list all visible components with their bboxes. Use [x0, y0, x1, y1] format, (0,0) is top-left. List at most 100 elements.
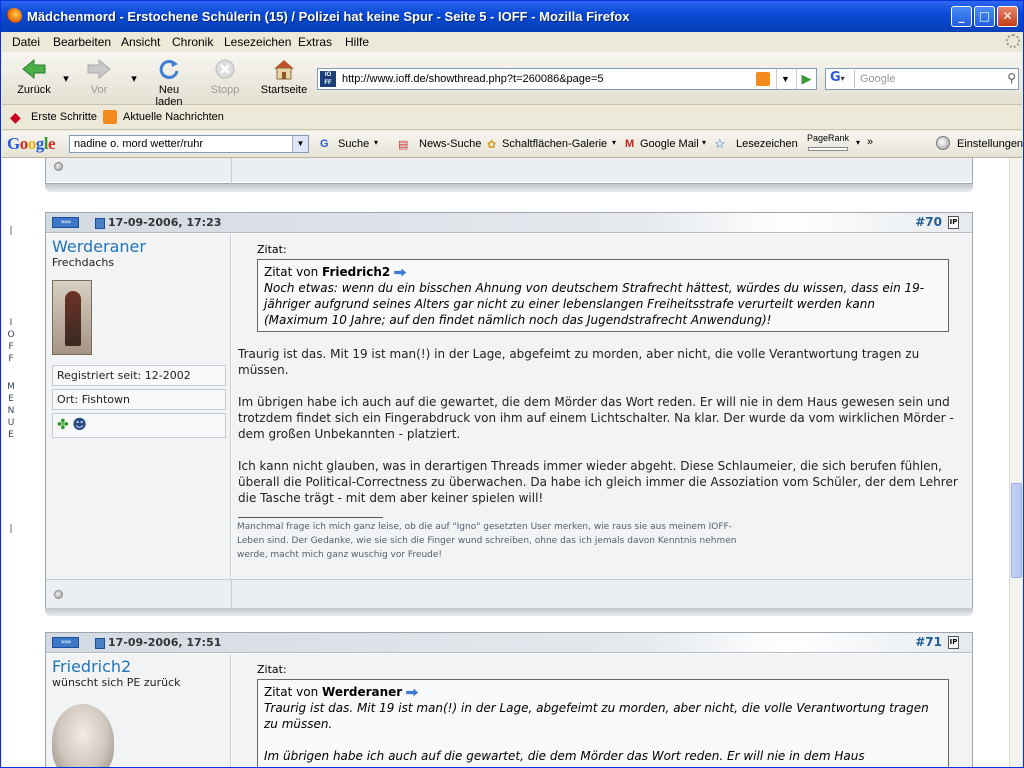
quote-text: Im übrigen habe ich auch auf die gewarte… [264, 749, 865, 763]
google-query-input[interactable]: nadine o. mord wetter/ruhr ▼ [69, 135, 309, 153]
quote-text: Traurig ist das. Mit 19 ist man(!) in de… [264, 701, 929, 731]
username-link[interactable]: Werderaner [52, 237, 146, 256]
toolbar-einstellungen[interactable]: Einstellungen [957, 138, 1023, 150]
toolbar-google-mail[interactable]: Google Mail [640, 138, 699, 150]
side-letter: N [7, 406, 15, 416]
galerie-dropdown[interactable]: ▾ [612, 138, 616, 147]
user-signature: Manchmal frage ich mich ganz leise, ob d… [237, 522, 737, 560]
home-icon [274, 60, 294, 80]
user-info-panel: Friedrich2 wünscht sich PE zurück [46, 654, 231, 767]
username-link[interactable]: Friedrich2 [52, 657, 131, 676]
menu-bearbeiten[interactable]: Bearbeiten [53, 35, 111, 49]
quote-text: Noch etwas: wenn du ein bisschen Ahnung … [264, 281, 925, 327]
forward-label: Vor [90, 84, 108, 96]
toolbar-pagerank[interactable]: PageRank [807, 133, 849, 143]
quote-box: Zitat von Friedrich2 Noch etwas: wenn du… [257, 259, 949, 332]
side-letter: F [8, 342, 14, 352]
rss-feed-icon[interactable] [756, 72, 770, 86]
quote-label: Zitat: [257, 663, 287, 676]
back-button[interactable]: Zurück [14, 58, 54, 96]
toolbar-news-suche[interactable]: News-Suche [419, 138, 481, 150]
post-date: 17-09-2006, 17:23 [108, 216, 222, 229]
forward-button[interactable]: Vor [84, 58, 114, 96]
bookmark-erste-schritte[interactable]: Erste Schritte [31, 111, 97, 123]
ip-icon[interactable]: IP [948, 216, 959, 229]
menu-extras[interactable]: Extras [298, 35, 332, 49]
post-body: Zitat: Zitat von Friedrich2 Noch etwas: … [232, 234, 972, 579]
post-70: »»» 17-09-2006, 17:23 #70 IP Werderaner … [45, 212, 973, 610]
menu-lesezeichen[interactable]: Lesezeichen [224, 35, 291, 49]
maximize-button[interactable]: □ [974, 6, 995, 27]
side-letter: U [7, 418, 15, 428]
view-post-arrow-icon[interactable] [394, 268, 407, 277]
toolbar-lesezeichen[interactable]: Lesezeichen [736, 138, 798, 150]
pagerank-dropdown[interactable]: ▾ [856, 138, 860, 147]
toolbar-overflow-chevron[interactable]: » [867, 136, 873, 148]
quote-from: Zitat von [264, 265, 319, 279]
forward-dropdown[interactable]: ▾ [129, 72, 139, 85]
back-label: Zurück [17, 84, 51, 96]
post-number-link[interactable]: #70 [915, 215, 942, 229]
reload-button[interactable]: Neu laden [144, 58, 194, 108]
news-icon: ▤ [398, 139, 409, 151]
side-letter: M [7, 382, 15, 392]
menu-bar: Datei Bearbeiten Ansicht Chronik Lesezei… [2, 32, 1022, 52]
avatar [52, 280, 92, 355]
search-engine-icon[interactable]: G▾ [827, 70, 855, 88]
post-header: »»» 17-09-2006, 17:51 #71 IP [46, 633, 972, 653]
google-query-text: nadine o. mord wetter/ruhr [74, 138, 204, 150]
post-paragraph: Ich kann nicht glauben, was in derartige… [238, 459, 958, 505]
post-link-icon[interactable]: »»» [52, 637, 79, 648]
settings-icon [936, 136, 950, 150]
google-search-icon: G [320, 138, 329, 150]
side-menu-strip[interactable]: | I O F F M E N U E | [2, 158, 18, 767]
home-button[interactable]: Startseite [258, 58, 310, 96]
menu-ansicht[interactable]: Ansicht [121, 35, 160, 49]
close-button[interactable]: ✕ [997, 6, 1018, 27]
buttons-gallery-icon: ✿ [487, 139, 497, 151]
footer-divider [231, 580, 232, 610]
scrollbar-thumb[interactable] [1011, 483, 1022, 578]
vertical-scrollbar[interactable] [1009, 158, 1022, 767]
offline-status-icon [54, 590, 63, 599]
home-label: Startseite [260, 84, 308, 96]
search-magnifier-icon[interactable]: ⚲ [1007, 71, 1016, 85]
side-letter: E [8, 394, 14, 404]
google-logo[interactable]: Google [7, 134, 56, 154]
back-dropdown[interactable]: ▾ [61, 72, 71, 85]
menu-chronik[interactable]: Chronik [172, 35, 213, 49]
user-info-panel: Werderaner Frechdachs Registriert seit: … [46, 234, 231, 579]
query-dropdown[interactable]: ▼ [292, 136, 308, 152]
post-paragraph: Traurig ist das. Mit 19 ist man(!) in de… [238, 347, 920, 377]
user-figure-icon: ☻ [72, 417, 87, 433]
go-button[interactable]: ▶ [796, 69, 816, 89]
mail-dropdown[interactable]: ▾ [702, 138, 706, 147]
toolbar-suche[interactable]: Suche [338, 138, 369, 150]
stop-button[interactable]: Stopp [207, 58, 243, 96]
stop-icon [215, 59, 235, 79]
signature-divider [238, 517, 383, 518]
quote-author: Werderaner [322, 685, 403, 699]
minimize-button[interactable]: _ [951, 6, 972, 27]
post-date: 17-09-2006, 17:51 [108, 636, 222, 649]
suche-dropdown[interactable]: ▾ [374, 138, 378, 147]
search-box[interactable]: G▾ Google ⚲ [825, 68, 1019, 90]
url-bar[interactable]: IO FF http://www.ioff.de/showthread.php?t… [317, 68, 817, 90]
ip-icon[interactable]: IP [948, 636, 959, 649]
bookmark-aktuelle-nachrichten[interactable]: Aktuelle Nachrichten [123, 111, 224, 123]
firefox-icon [6, 8, 22, 24]
quote-header: Zitat von Werderaner [264, 684, 942, 700]
url-history-dropdown[interactable]: ▼ [776, 69, 794, 89]
user-title: Frechdachs [52, 256, 115, 269]
view-post-arrow-icon[interactable] [406, 688, 419, 697]
toolbar-schaltflaechen-galerie[interactable]: Schaltflächen-Galerie [502, 138, 607, 150]
post-link-icon[interactable]: »»» [52, 217, 79, 228]
post-body: Zitat: Zitat von Werderaner Traurig ist … [232, 654, 972, 767]
post-number-link[interactable]: #71 [915, 635, 942, 649]
pagerank-bar [808, 147, 848, 151]
page-content: | I O F F M E N U E | »»» 17-09-2006, 17… [2, 158, 1022, 767]
google-toolbar: Google nadine o. mord wetter/ruhr ▼ G Su… [2, 131, 1023, 158]
menu-hilfe[interactable]: Hilfe [345, 35, 369, 49]
menu-datei[interactable]: Datei [12, 35, 40, 49]
side-letter: E [8, 430, 14, 440]
